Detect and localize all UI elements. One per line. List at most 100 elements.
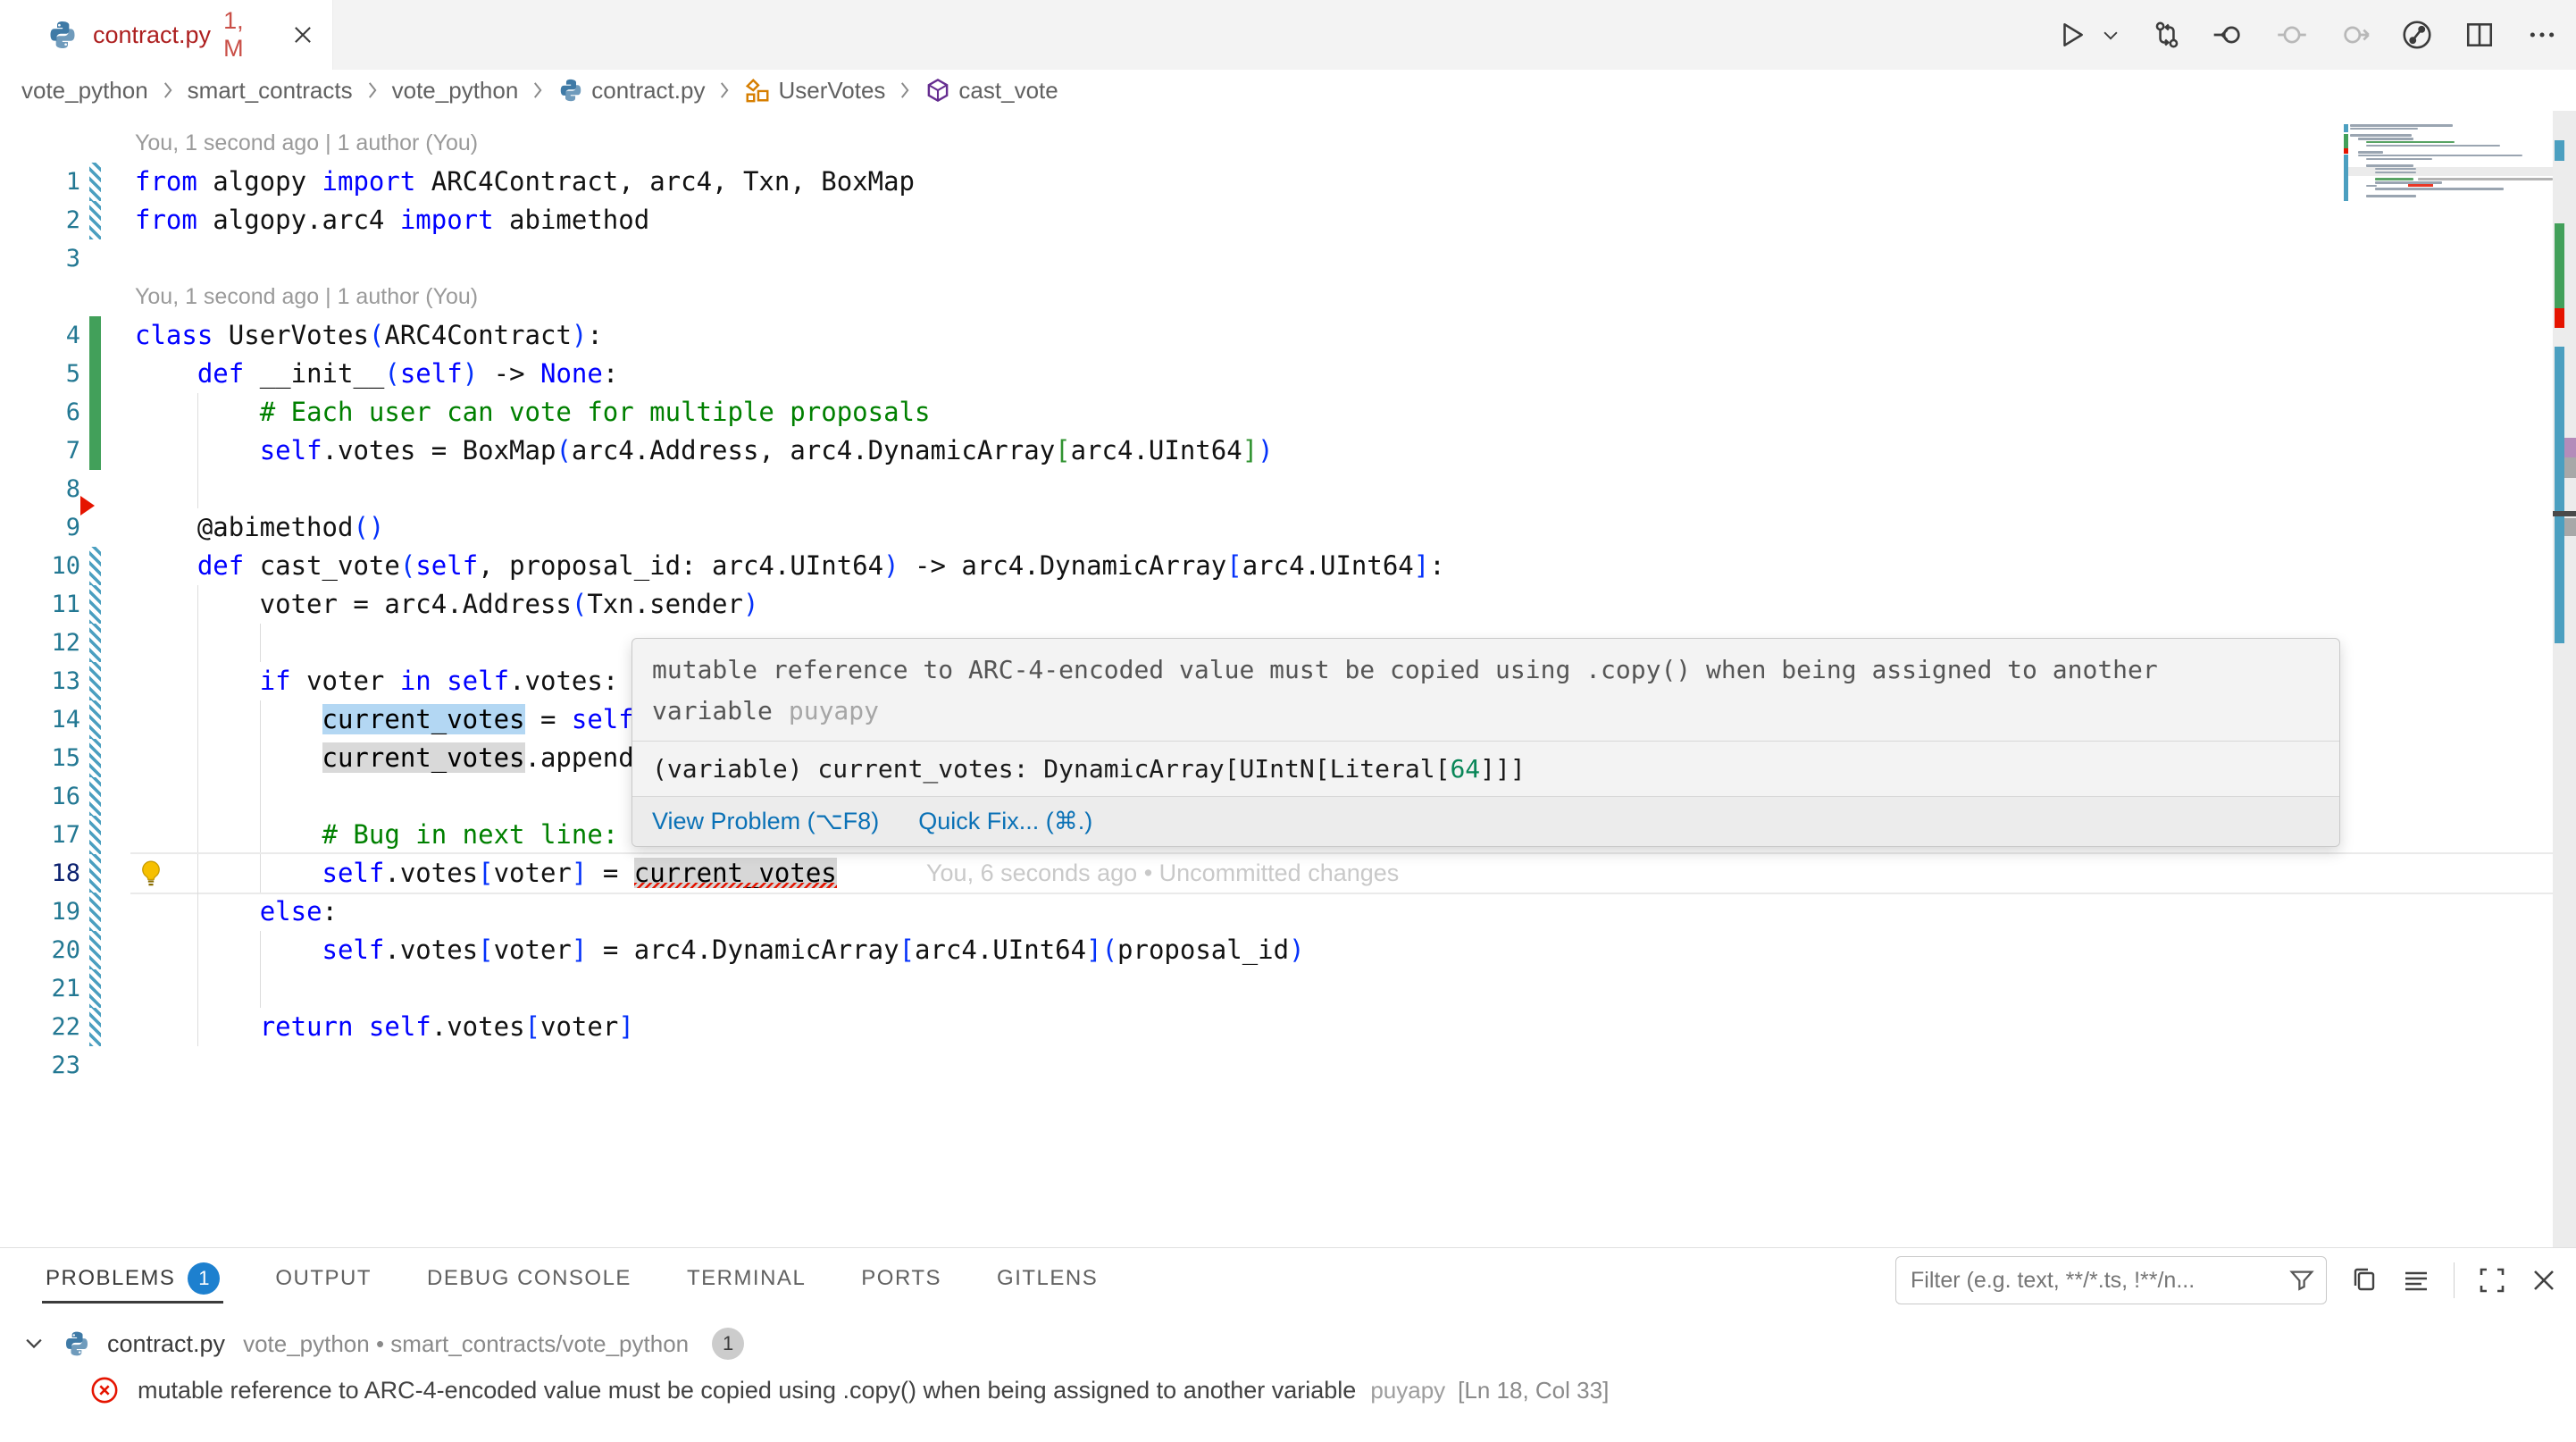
minimap[interactable] bbox=[2345, 124, 2553, 356]
line-number[interactable]: 22 bbox=[0, 1008, 80, 1046]
line-number[interactable]: 18 bbox=[0, 854, 80, 893]
step-back-icon[interactable] bbox=[2212, 17, 2247, 53]
code-line-11[interactable]: 11 voter = arc4.Address(Txn.sender) bbox=[0, 585, 2553, 624]
run-and-debug-icon[interactable] bbox=[2399, 17, 2435, 53]
copy-all-icon[interactable] bbox=[2350, 1266, 2379, 1295]
filter-input[interactable] bbox=[1911, 1268, 2288, 1294]
chevron-down-icon[interactable] bbox=[21, 1331, 46, 1356]
gutter-diff-modified[interactable] bbox=[89, 662, 101, 700]
line-number[interactable]: 6 bbox=[0, 393, 80, 432]
line-number[interactable]: 2 bbox=[0, 201, 80, 239]
code-line-19[interactable]: 19 else: bbox=[0, 893, 2553, 931]
gutter-diff-modified[interactable] bbox=[89, 700, 101, 739]
gutter-diff-modified[interactable] bbox=[89, 585, 101, 624]
gutter-diff-modified[interactable] bbox=[89, 893, 101, 931]
gutter-diff-modified[interactable] bbox=[89, 739, 101, 777]
tab-close-icon[interactable] bbox=[289, 20, 316, 50]
gutter-diff-modified[interactable] bbox=[89, 777, 101, 816]
line-number[interactable]: 9 bbox=[0, 508, 80, 547]
view-problem-link[interactable]: View Problem (⌥F8) bbox=[652, 808, 879, 835]
line-number[interactable]: 20 bbox=[0, 931, 80, 969]
gutter-diff-added[interactable] bbox=[89, 393, 101, 432]
code-line-21[interactable]: 21 bbox=[0, 969, 2553, 1008]
gutter-diff-modified[interactable] bbox=[89, 816, 101, 854]
line-number[interactable]: 10 bbox=[0, 547, 80, 585]
line-number[interactable]: 12 bbox=[0, 624, 80, 662]
gutter-diff-added[interactable] bbox=[89, 316, 101, 355]
gutter-diff-added[interactable] bbox=[89, 355, 101, 393]
breadcrumb-item-contract.py[interactable]: contract.py bbox=[557, 77, 705, 105]
code-line-20[interactable]: 20 self.votes[voter] = arc4.DynamicArray… bbox=[0, 931, 2553, 969]
breadcrumb-item-vote_python[interactable]: vote_python bbox=[21, 77, 148, 105]
run-python-file-icon[interactable] bbox=[2054, 17, 2090, 53]
panel-tab-problems[interactable]: PROBLEMS1 bbox=[46, 1248, 220, 1309]
breadcrumb-item-vote_python[interactable]: vote_python bbox=[392, 77, 519, 105]
line-number[interactable]: 4 bbox=[0, 316, 80, 355]
panel-tab-gitlens[interactable]: GITLENS bbox=[997, 1248, 1098, 1309]
panel-tab-debug-console[interactable]: DEBUG CONSOLE bbox=[427, 1248, 631, 1309]
breadcrumb-item-UserVotes[interactable]: UserVotes bbox=[744, 77, 885, 105]
gitlens-codelens-blame[interactable]: You, 1 second ago | 1 author (You) bbox=[0, 124, 2553, 163]
gutter-diff-modified[interactable] bbox=[89, 624, 101, 662]
line-number[interactable]: 15 bbox=[0, 739, 80, 777]
problems-filter[interactable] bbox=[1895, 1256, 2327, 1304]
gutter-diff-added[interactable] bbox=[89, 432, 101, 470]
code-line-2[interactable]: 2from algopy.arc4 import abimethod bbox=[0, 201, 2553, 239]
gutter-diff-modified[interactable] bbox=[89, 547, 101, 585]
gutter-diff-modified[interactable] bbox=[89, 854, 101, 893]
panel-tab-ports[interactable]: PORTS bbox=[861, 1248, 941, 1309]
line-number[interactable]: 21 bbox=[0, 969, 80, 1008]
code-line-10[interactable]: 10 def cast_vote(self, proposal_id: arc4… bbox=[0, 547, 2553, 585]
more-actions-icon[interactable] bbox=[2524, 17, 2560, 53]
code-line-7[interactable]: 7 self.votes = BoxMap(arc4.Address, arc4… bbox=[0, 432, 2553, 470]
line-number[interactable]: 17 bbox=[0, 816, 80, 854]
line-number[interactable]: 13 bbox=[0, 662, 80, 700]
line-number[interactable]: 3 bbox=[0, 239, 80, 278]
close-panel-icon[interactable] bbox=[2530, 1266, 2558, 1295]
problem-row[interactable]: mutable reference to ARC-4-encoded value… bbox=[0, 1367, 2576, 1413]
view-as-table-icon[interactable] bbox=[2402, 1266, 2430, 1295]
gutter-diff-modified[interactable] bbox=[89, 931, 101, 969]
step-into-icon[interactable] bbox=[2337, 17, 2372, 53]
tab-contract-py[interactable]: contract.py 1, M bbox=[0, 0, 333, 70]
gutter-diff-modified[interactable] bbox=[89, 1008, 101, 1046]
breadcrumb-item-cast_vote[interactable]: cast_vote bbox=[924, 77, 1058, 105]
code-line-5[interactable]: 5 def __init__(self) -> None: bbox=[0, 355, 2553, 393]
breadcrumb-item-smart_contracts[interactable]: smart_contracts bbox=[188, 77, 353, 105]
code-line-1[interactable]: 1from algopy import ARC4Contract, arc4, … bbox=[0, 163, 2553, 201]
gitlens-codelens-blame[interactable]: You, 1 second ago | 1 author (You) bbox=[0, 278, 2553, 316]
code-editor[interactable]: You, 1 second ago | 1 author (You)1from … bbox=[0, 111, 2576, 1247]
line-number[interactable]: 7 bbox=[0, 432, 80, 470]
code-line-18[interactable]: 18 self.votes[voter] = current_votesYou,… bbox=[0, 854, 2553, 893]
gutter-diff-deleted-icon[interactable] bbox=[80, 496, 95, 516]
panel-tab-output[interactable]: OUTPUT bbox=[275, 1248, 372, 1309]
maximize-panel-icon[interactable] bbox=[2478, 1266, 2506, 1295]
tab-filename: contract.py bbox=[93, 21, 211, 49]
split-editor-icon[interactable] bbox=[2462, 17, 2497, 53]
quick-fix-link[interactable]: Quick Fix... (⌘.) bbox=[918, 808, 1092, 835]
code-line-22[interactable]: 22 return self.votes[voter] bbox=[0, 1008, 2553, 1046]
problems-file-row[interactable]: contract.py vote_python • smart_contract… bbox=[0, 1320, 2576, 1367]
code-line-8[interactable]: 8 bbox=[0, 470, 2553, 508]
line-number[interactable]: 5 bbox=[0, 355, 80, 393]
line-number[interactable]: 16 bbox=[0, 777, 80, 816]
code-line-3[interactable]: 3 bbox=[0, 239, 2553, 278]
overview-ruler[interactable] bbox=[2553, 111, 2576, 1247]
gutter-diff-modified[interactable] bbox=[89, 969, 101, 1008]
line-number[interactable]: 11 bbox=[0, 585, 80, 624]
line-number[interactable]: 19 bbox=[0, 893, 80, 931]
line-number[interactable]: 8 bbox=[0, 470, 80, 508]
gutter-diff-modified[interactable] bbox=[89, 201, 101, 239]
panel-tab-terminal[interactable]: TERMINAL bbox=[687, 1248, 806, 1309]
code-line-9[interactable]: 9 @abimethod() bbox=[0, 508, 2553, 547]
code-line-6[interactable]: 6 # Each user can vote for multiple prop… bbox=[0, 393, 2553, 432]
git-compare-icon[interactable] bbox=[2149, 17, 2185, 53]
gutter-diff-modified[interactable] bbox=[89, 163, 101, 201]
line-number[interactable]: 14 bbox=[0, 700, 80, 739]
code-line-23[interactable]: 23 bbox=[0, 1046, 2553, 1085]
run-dropdown-chevron-icon[interactable] bbox=[2099, 17, 2122, 53]
line-number[interactable]: 23 bbox=[0, 1046, 80, 1085]
line-number[interactable]: 1 bbox=[0, 163, 80, 201]
code-line-4[interactable]: 4class UserVotes(ARC4Contract): bbox=[0, 316, 2553, 355]
step-over-icon[interactable] bbox=[2274, 17, 2310, 53]
